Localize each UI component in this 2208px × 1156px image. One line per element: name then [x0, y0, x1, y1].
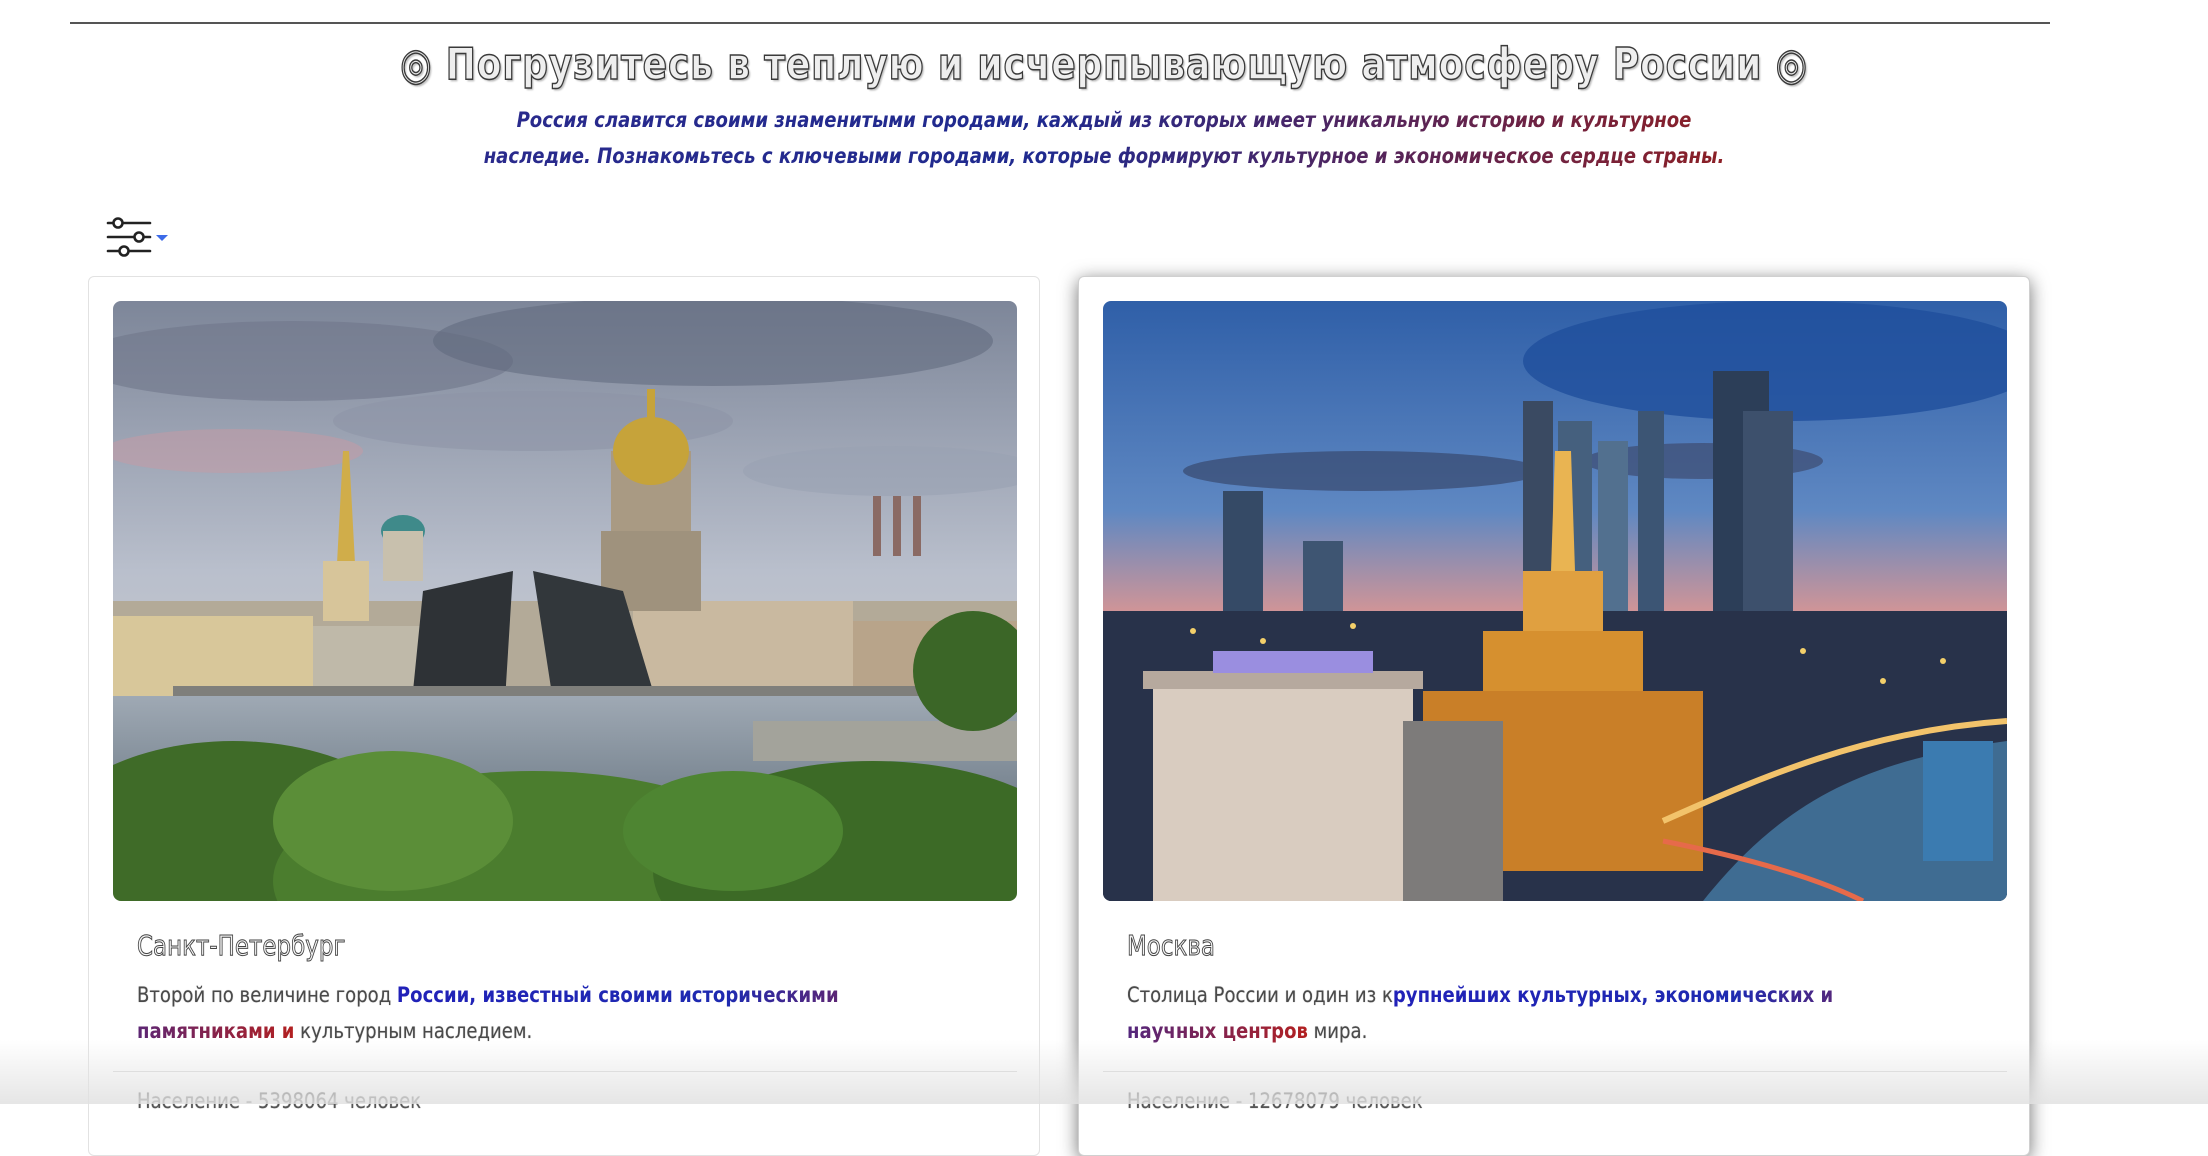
moscow-photo	[1103, 301, 2007, 901]
city-name: Москва	[1127, 929, 1216, 963]
page-subtitle: Россия славится своими знаменитыми город…	[481, 102, 1726, 174]
top-divider	[70, 22, 2050, 24]
sliders-icon	[106, 217, 152, 257]
city-description: Столица России и один из крупнейших куль…	[1127, 977, 1867, 1049]
saint-petersburg-photo	[113, 301, 1017, 901]
city-description-text: Столица России и один из к	[1127, 983, 1393, 1007]
page-title: ◎ Погрузитесь в теплую и исчерпывающую а…	[399, 38, 1808, 91]
city-population: Население - 12678079 человек	[1127, 1089, 1423, 1113]
city-description-tail: культурным наследием.	[294, 1019, 533, 1043]
city-name: Санкт-Петербург	[137, 929, 346, 963]
card-divider	[1103, 1071, 2007, 1072]
caret-down-icon	[156, 235, 168, 241]
city-card-saint-petersburg[interactable]: Санкт-Петербург Второй по величине город…	[88, 276, 1040, 1156]
filter-dropdown-button[interactable]	[106, 212, 176, 262]
city-description-text: Второй по величине город	[137, 983, 397, 1007]
city-population: Население - 5398064 человек	[137, 1089, 422, 1113]
city-description: Второй по величине город России, известн…	[137, 977, 877, 1049]
city-card-moscow[interactable]: Москва Столица России и один из крупнейш…	[1078, 276, 2030, 1156]
city-description-tail: мира.	[1307, 1019, 1368, 1043]
card-divider	[113, 1071, 1017, 1072]
